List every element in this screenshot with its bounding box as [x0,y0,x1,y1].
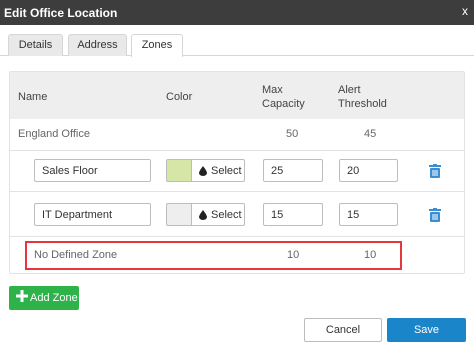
header-name: Name [18,91,48,103]
add-zone-button[interactable]: Add Zone [9,286,79,310]
header-color: Color [166,91,193,103]
color-select-button[interactable]: Select [191,159,245,182]
droplet-icon [199,166,207,176]
table-header: Name Color Max Capacity Alert Threshold [10,72,464,119]
zone-name-input[interactable] [34,159,151,182]
office-alert-threshold: 45 [364,128,377,140]
highlight-box [25,241,402,270]
cancel-button[interactable]: Cancel [304,318,382,342]
droplet-icon [199,210,207,220]
trash-icon[interactable] [429,164,441,178]
tab-bar: Details Address Zones [0,25,474,57]
dialog-title: Edit Office Location [4,6,118,20]
color-swatch[interactable] [166,159,191,182]
header-max-capacity: Max Capacity [262,84,305,110]
color-select-button[interactable]: Select [191,203,245,226]
close-icon[interactable]: x [462,4,468,18]
trash-icon[interactable] [429,208,441,222]
dialog-titlebar: Edit Office Location x [0,0,474,25]
plus-icon [16,290,28,302]
row-divider [10,236,464,237]
header-alert-threshold: Alert Threshold [338,84,387,110]
alert-threshold-input[interactable] [339,203,398,226]
zone-name-input[interactable] [34,203,151,226]
office-max-capacity: 50 [286,128,299,140]
tab-address[interactable]: Address [68,34,127,56]
max-capacity-input[interactable] [263,159,323,182]
office-name: England Office [18,128,90,140]
row-divider [10,150,464,151]
tab-zones[interactable]: Zones [131,34,183,57]
color-swatch[interactable] [166,203,191,226]
save-button[interactable]: Save [387,318,466,342]
max-capacity-input[interactable] [263,203,323,226]
row-divider [10,191,464,192]
tab-details[interactable]: Details [8,34,63,56]
alert-threshold-input[interactable] [339,159,398,182]
